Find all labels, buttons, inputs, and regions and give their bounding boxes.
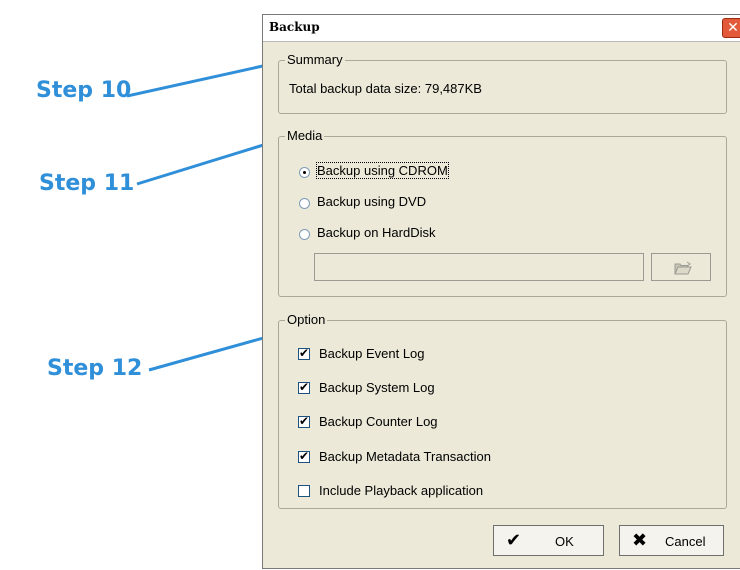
close-icon: ✕ [727, 20, 739, 36]
folder-open-icon [674, 261, 692, 275]
radio-label-harddisk[interactable]: Backup on HardDisk [317, 225, 436, 240]
checkbox-include-playback[interactable] [298, 485, 310, 497]
option-group: Option ✔ Backup Event Log ✔ Backup Syste… [278, 312, 727, 509]
checkbox-counter-log[interactable]: ✔ [298, 414, 310, 428]
radio-backup-dvd[interactable] [299, 198, 310, 209]
checkbox-label-event-log[interactable]: Backup Event Log [319, 346, 425, 361]
close-button[interactable]: ✕ [722, 18, 740, 38]
checkbox-label-system-log[interactable]: Backup System Log [319, 380, 435, 395]
dialog-title: Backup [269, 20, 320, 34]
radio-label-cdrom[interactable]: Backup using CDROM [316, 162, 449, 179]
media-legend: Media [285, 128, 325, 144]
checkmark-icon: ✔ [506, 530, 522, 551]
summary-group: Summary Total backup data size: 79,487KB [278, 52, 727, 114]
checkbox-system-log[interactable]: ✔ [298, 380, 310, 394]
ok-button-label: OK [555, 534, 574, 549]
radio-label-dvd[interactable]: Backup using DVD [317, 194, 426, 209]
cross-icon: ✖ [632, 530, 648, 551]
browse-folder-button[interactable] [651, 253, 711, 281]
checkbox-metadata-transaction[interactable]: ✔ [298, 449, 310, 463]
title-bar[interactable]: Backup ✕ [263, 15, 740, 42]
summary-legend: Summary [285, 52, 345, 68]
cancel-button-label: Cancel [665, 534, 706, 549]
checkbox-label-metadata-transaction[interactable]: Backup Metadata Transaction [319, 449, 491, 464]
cancel-button[interactable]: ✖ Cancel [619, 525, 724, 556]
radio-backup-cdrom[interactable] [299, 167, 310, 178]
backup-size-text: Total backup data size: 79,487KB [289, 81, 482, 96]
checkbox-event-log[interactable]: ✔ [298, 346, 310, 360]
checkbox-label-include-playback[interactable]: Include Playback application [319, 483, 483, 498]
backup-path-input[interactable] [314, 253, 644, 281]
checkbox-label-counter-log[interactable]: Backup Counter Log [319, 414, 438, 429]
radio-backup-harddisk[interactable] [299, 229, 310, 240]
ok-button[interactable]: ✔ OK [493, 525, 604, 556]
option-legend: Option [285, 312, 328, 328]
backup-dialog: Backup ✕ Summary Total backup data size:… [262, 14, 740, 569]
